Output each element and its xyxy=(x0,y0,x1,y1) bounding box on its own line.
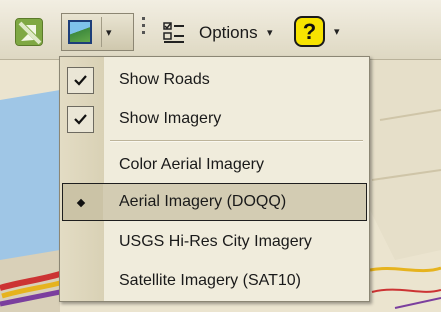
menu-item-label: USGS Hi-Res City Imagery xyxy=(119,233,312,250)
checkmark-icon xyxy=(74,114,87,125)
menu-item-aerial-imagery-doqq[interactable]: Aerial Imagery (DOQQ) xyxy=(62,183,367,221)
menu-item-label: Show Roads xyxy=(119,71,210,88)
menu-item-usgs-hi-res-city-imagery[interactable]: USGS Hi-Res City Imagery xyxy=(62,223,367,261)
menu-item-color-aerial-imagery[interactable]: Color Aerial Imagery xyxy=(62,146,367,184)
map-navigation-icon xyxy=(16,19,42,45)
menu-item-satellite-imagery-sat10[interactable]: Satellite Imagery (SAT10) xyxy=(62,262,367,300)
menu-item-show-imagery[interactable]: Show Imagery xyxy=(62,100,367,138)
button-divider xyxy=(101,17,102,47)
imagery-button[interactable]: ▾ xyxy=(61,13,134,51)
checkmark-box xyxy=(67,106,94,133)
toolbar-grip[interactable] xyxy=(142,17,146,45)
options-menu-button[interactable]: Options ▾ xyxy=(162,18,282,46)
chevron-down-icon: ▾ xyxy=(267,27,273,39)
radio-dot-icon xyxy=(76,198,86,208)
menu-item-show-roads[interactable]: Show Roads xyxy=(62,61,367,99)
options-checklist-icon xyxy=(163,22,184,43)
imagery-layer-icon xyxy=(68,20,92,44)
toolbar: ▾ Options ▾ ? ▾ xyxy=(0,0,441,60)
checkmark-box xyxy=(67,67,94,94)
menu-separator xyxy=(110,140,363,142)
menu-item-label: Aerial Imagery (DOQQ) xyxy=(119,193,287,210)
menu-item-label: Color Aerial Imagery xyxy=(119,156,264,173)
imagery-dropdown-menu: Show Roads Show Imagery Color Aerial Ima… xyxy=(59,56,370,302)
menu-item-label: Satellite Imagery (SAT10) xyxy=(119,272,301,289)
radio-mark xyxy=(67,189,94,216)
checkmark-icon xyxy=(74,75,87,86)
menu-item-label: Show Imagery xyxy=(119,110,222,127)
options-label: Options xyxy=(199,23,258,42)
map-navigation-button[interactable] xyxy=(15,18,43,46)
chevron-down-icon[interactable]: ▾ xyxy=(106,26,112,39)
help-button[interactable]: ? xyxy=(294,16,325,47)
chevron-down-icon[interactable]: ▾ xyxy=(334,25,340,38)
